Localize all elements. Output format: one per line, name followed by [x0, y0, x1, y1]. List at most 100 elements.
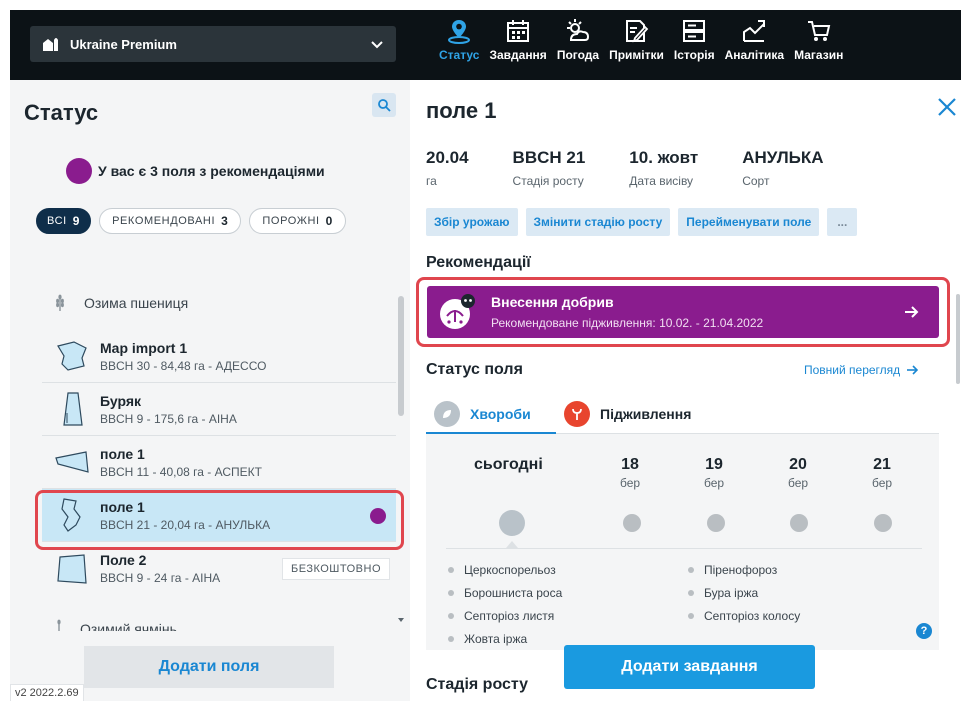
nav-status[interactable]: Статус — [435, 18, 483, 74]
scroll-down-icon[interactable] — [398, 616, 404, 624]
search-icon — [378, 99, 391, 112]
disease-icon — [434, 401, 460, 427]
selected-day-caret — [506, 541, 518, 548]
add-task-button[interactable]: Додати завдання — [564, 645, 815, 689]
nav-status-label: Статус — [439, 48, 480, 62]
risk-indicator — [707, 514, 725, 532]
disease-forecast: сьогодні 18 бер 19 бер 20 бер 21 бер Цер… — [426, 434, 939, 650]
risk-indicator — [790, 514, 808, 532]
full-view-label: Повний перегляд — [804, 363, 901, 377]
more-actions-button[interactable]: ... — [827, 208, 858, 236]
stat-label: Сорт — [742, 174, 770, 188]
tab-diseases[interactable]: Хвороби — [434, 394, 531, 434]
help-icon[interactable]: ? — [916, 623, 932, 639]
stat-area: 20.04 га — [426, 148, 469, 188]
forecast-day[interactable]: сьогодні — [474, 456, 543, 474]
filter-empty[interactable]: ПОРОЖНІ 0 — [249, 208, 346, 234]
nav-notes[interactable]: Примітки — [605, 18, 668, 74]
nav-shop[interactable]: Магазин — [790, 18, 847, 74]
forecast-divider — [446, 548, 922, 549]
recommendation-dot — [66, 158, 92, 184]
harvest-button[interactable]: Збір урожаю — [426, 208, 518, 236]
field-row[interactable]: поле 1 BBCH 11 - 40,08 га - АСПЕКТ — [42, 436, 396, 489]
filter-recommended[interactable]: РЕКОМЕНДОВАНІ 3 — [99, 208, 242, 234]
status-icon — [448, 20, 471, 44]
crop-group-header: Озима пшениця — [54, 294, 188, 312]
disease-item: Септоріоз колосу — [688, 604, 800, 627]
tab-nutrition[interactable]: Підживлення — [564, 394, 691, 434]
forecast-day[interactable]: 20 бер — [788, 456, 808, 490]
details-scrollbar[interactable] — [956, 294, 960, 384]
stat-label: га — [426, 174, 437, 188]
weather-icon — [566, 19, 589, 41]
change-growth-stage-button[interactable]: Змінити стадію росту — [525, 208, 671, 236]
field-stats: 20.04 га BBCH 21 Стадія росту 10. жовт Д… — [426, 148, 868, 188]
field-title: поле 1 — [426, 98, 497, 123]
filter-all[interactable]: ВСІ 9 — [36, 208, 92, 234]
forecast-day[interactable]: 18 бер — [620, 456, 640, 490]
forecast-day-label: сьогодні — [474, 456, 543, 473]
list-scrollbar[interactable] — [398, 296, 404, 416]
field-list: Map import 1 BBCH 30 - 84,48 га - АДЕССО… — [42, 330, 396, 595]
disease-item: Церкоспорельоз — [448, 558, 562, 581]
chevron-down-icon — [371, 41, 383, 49]
crop-group-label: Озимий ячмінь — [80, 621, 177, 631]
filter-all-count: 9 — [72, 214, 81, 228]
field-actions: Збір урожаю Змінити стадію росту Перейме… — [426, 208, 858, 236]
field-row[interactable]: Буряк BBCH 9 - 175,6 га - АІНА — [42, 383, 396, 436]
nav-analytics[interactable]: Аналітика — [721, 18, 788, 74]
stat-value: 10. жовт — [629, 148, 699, 167]
forecast-day-number: 20 — [789, 456, 807, 473]
notes-icon — [626, 20, 649, 43]
status-tabs: Хвороби Підживлення — [426, 394, 939, 435]
close-icon[interactable] — [936, 96, 958, 118]
nav-tasks[interactable]: Завдання — [485, 18, 550, 74]
forecast-day[interactable]: 19 бер — [704, 456, 724, 490]
nav-history-label: Історія — [673, 48, 715, 62]
forecast-day-month: бер — [872, 476, 893, 490]
farm-selector[interactable]: Ukraine Premium — [30, 26, 396, 62]
field-name: поле 1 — [100, 445, 145, 462]
crop-group-label: Озима пшениця — [84, 295, 189, 311]
search-button[interactable] — [372, 93, 396, 117]
disease-list-left: Церкоспорельоз Борошниста роса Септоріоз… — [448, 558, 562, 650]
nav-history[interactable]: Історія — [670, 18, 719, 74]
recommendation-highlight — [416, 277, 950, 347]
field-details-panel: поле 1 20.04 га BBCH 21 Стадія росту 10.… — [410, 80, 961, 701]
forecast-day-number: 19 — [705, 456, 723, 473]
filter-recommended-label: РЕКОМЕНДОВАНІ — [112, 215, 216, 227]
crop-group-header: Озимий ячмінь — [54, 619, 394, 631]
field-shape-icon — [63, 392, 83, 426]
rename-field-button[interactable]: Перейменувати поле — [678, 208, 820, 236]
stat-value: 20.04 — [426, 148, 469, 167]
tab-diseases-label: Хвороби — [470, 406, 531, 422]
field-shape-icon — [57, 341, 87, 371]
filter-chips: ВСІ 9 РЕКОМЕНДОВАНІ 3 ПОРОЖНІ 0 — [36, 208, 346, 234]
forecast-day[interactable]: 21 бер — [872, 456, 892, 490]
barley-icon — [57, 619, 61, 631]
full-view-link[interactable]: Повний перегляд — [804, 363, 919, 377]
filter-empty-label: ПОРОЖНІ — [262, 215, 320, 227]
recommendations-summary: У вас є 3 поля з рекомендаціями — [66, 158, 325, 184]
free-badge: БЕЗКОШТОВНО — [282, 558, 390, 580]
field-shape-icon — [57, 553, 87, 584]
disease-item: Септоріоз листя — [448, 604, 562, 627]
nav-weather[interactable]: Погода — [553, 18, 603, 74]
disease-item: Борошниста роса — [448, 581, 562, 604]
stat-variety: АНУЛЬКА Сорт — [742, 148, 823, 188]
nutrition-icon — [564, 401, 590, 427]
nav-notes-label: Примітки — [609, 48, 664, 62]
add-fields-button[interactable]: Додати поля — [84, 646, 334, 688]
field-shape-icon — [55, 451, 89, 473]
risk-indicator — [874, 514, 892, 532]
field-name: Поле 2 — [100, 552, 147, 568]
field-row[interactable]: Map import 1 BBCH 30 - 84,48 га - АДЕССО — [42, 330, 396, 383]
disease-list-right: Піренофороз Бура іржа Септоріоз колосу — [688, 558, 800, 627]
field-name: Map import 1 — [100, 339, 188, 356]
farm-name: Ukraine Premium — [70, 36, 177, 52]
field-details: BBCH 11 - 40,08 га - АСПЕКТ — [100, 464, 262, 479]
farm-icon — [43, 38, 58, 51]
risk-indicator — [623, 514, 641, 532]
field-details: BBCH 30 - 84,48 га - АДЕССО — [100, 358, 267, 373]
field-details: BBCH 9 - 175,6 га - АІНА — [100, 411, 237, 426]
